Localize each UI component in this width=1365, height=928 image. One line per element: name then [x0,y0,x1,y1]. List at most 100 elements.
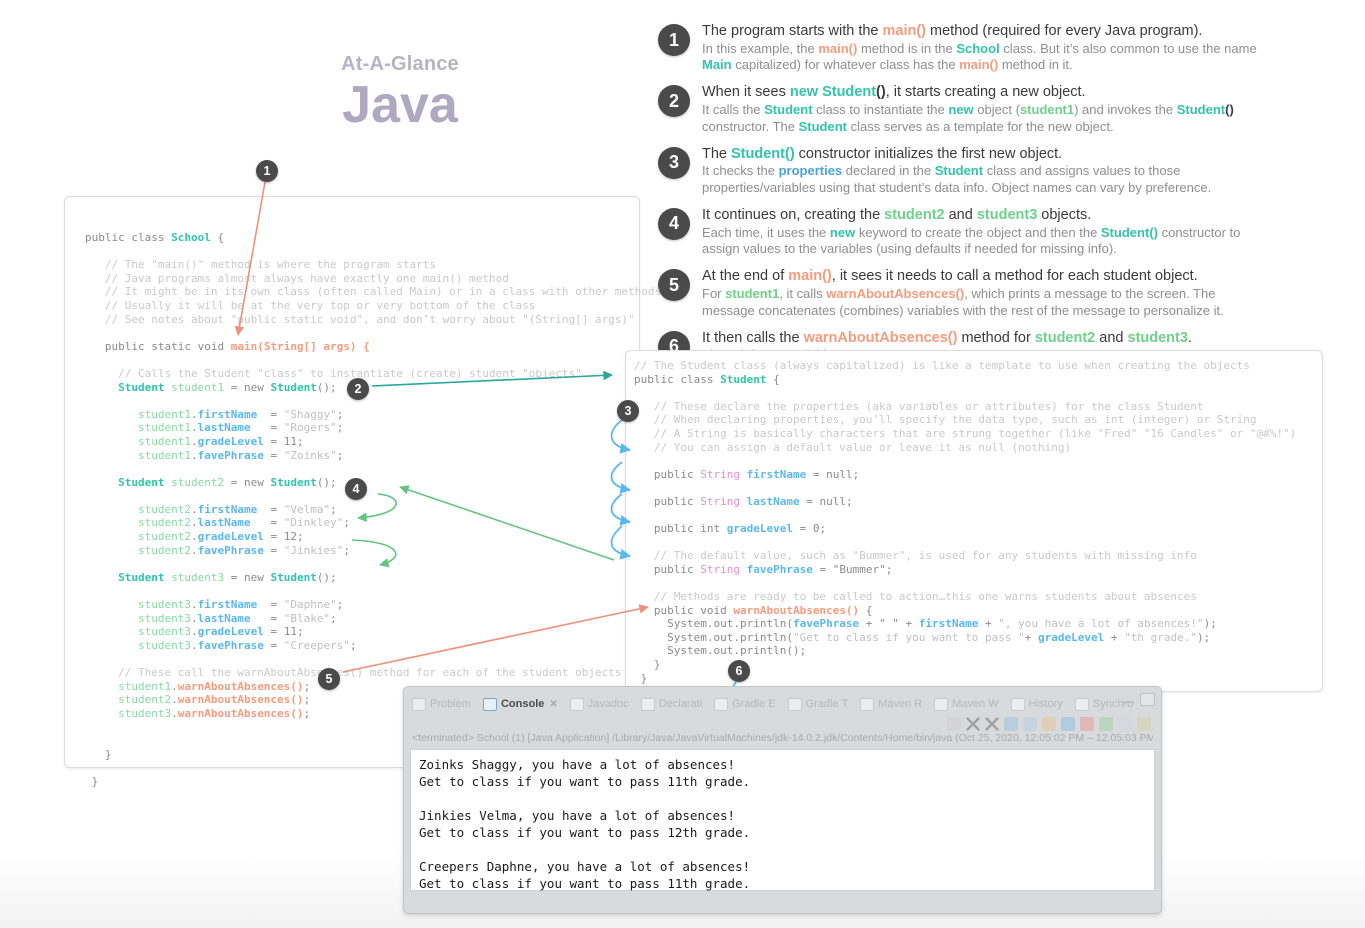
text-fragment: student3 [1127,329,1188,346]
code-token: firstName [918,617,979,631]
code-token: School [171,231,211,244]
console-tab-label: Maven W [952,698,999,710]
tab-icon [569,697,584,711]
school-code-line: student3.favePhrase = "Creepers"; [85,639,661,653]
code-token: "Jinkies" [283,543,344,557]
school-code-line: student1.favePhrase = "Zoinks"; [85,449,661,463]
step-body: When it sees new Student(), it starts cr… [702,83,1268,135]
code-token: . [190,516,198,530]
text-fragment: It continues on, creating the [702,206,885,223]
text-fragment: Student [764,101,813,117]
student-class-code: // The Student class (always capitalized… [634,359,1296,685]
word-wrap-icon[interactable] [1042,717,1056,731]
code-token: } [85,774,99,788]
console-tab-gradle-e[interactable]: Gradle E [714,697,776,711]
code-token: "Shaggy" [283,407,337,421]
school-code-line [85,462,661,476]
console-tab-maven-w[interactable]: Maven W [934,697,999,711]
student-code-line: System.out.println(); [634,644,1296,658]
maximize-icon[interactable] [1140,693,1155,706]
student-code-line [634,509,1296,523]
code-token: = [250,611,284,625]
code-token: = null; [799,494,853,508]
text-fragment: student3 [976,206,1038,223]
text-fragment: student2 [1034,329,1096,346]
code-token: = 0; [792,522,827,536]
minimize-icon[interactable] [1123,696,1134,703]
student-code-line: public void warnAboutAbsences() { [634,604,1296,618]
code-token: "Blake" [283,611,331,625]
step-body: It continues on, creating the student2 a… [702,206,1268,258]
text-fragment: Student [934,163,984,179]
remove-all-icon[interactable] [985,717,999,731]
text-fragment: , it starts creating a new object. [885,84,1086,101]
code-token: warnAboutAbsences() [177,693,304,707]
code-token: student2 [85,530,191,544]
console-toolbar [947,715,1151,733]
code-token: main [230,339,258,353]
console-tab-javadoc[interactable]: Javadoc [569,697,629,711]
school-code-line: Student student1 = new Student(); [85,381,661,395]
code-token: lastName [746,494,800,508]
step-headline: At the end of main(), it sees it needs t… [702,267,1268,286]
code-token: . [171,679,178,693]
code-token: . [190,434,198,448]
clear-console-icon[interactable] [1004,717,1018,731]
student-code-line: public class Student { [634,373,1296,387]
console-tab-label: Maven R [878,698,923,710]
text-fragment: main() [818,40,858,56]
code-token: favePhrase [197,638,264,652]
step-number-badge: 2 [658,85,690,118]
text-fragment: Student [1100,224,1150,240]
code-token: // Methods are ready to be called to act… [634,590,1197,604]
text-fragment: constructor. The [702,118,799,134]
console-tab-console[interactable]: Console ✕ [482,697,558,711]
terminate-icon[interactable] [947,717,961,731]
console-tab-history[interactable]: History [1010,697,1063,711]
code-token: 11 [283,434,297,448]
code-token: firstName [197,502,258,516]
scroll-lock-icon[interactable] [1023,717,1037,731]
text-fragment: keyword to create the object and then th… [855,224,1101,240]
callout-marker-2: 2 [347,378,369,400]
tab-icon [787,697,802,711]
school-code-line: student2.favePhrase = "Jinkies"; [85,544,661,558]
school-code-line: // Calls the Student "class" to instanti… [85,367,661,381]
code-token: favePhrase [197,448,264,462]
display-console-icon[interactable] [1080,717,1094,731]
console-tab-declarati[interactable]: Declarati [640,697,702,711]
title-subtitle: At-A-Glance [341,53,459,75]
code-token: warnAboutAbsences() [733,603,860,617]
school-code-line [85,652,661,666]
step-headline: When it sees new Student(), it starts cr… [702,83,1268,102]
callout-marker-1: 1 [256,160,278,182]
step-number-badge: 4 [658,207,690,240]
new-console-view-icon[interactable] [1118,717,1132,731]
school-code-line: student2.firstName = "Velma"; [85,503,661,517]
step-item-2: 2 When it sees new Student(), it starts c… [658,83,1268,135]
school-code-line [85,353,661,367]
text-fragment: ) and invokes the [1074,101,1177,117]
close-icon[interactable]: ✕ [549,699,557,710]
remove-launch-icon[interactable] [966,717,980,731]
text-fragment: constructor initializes the first new ob… [794,145,1063,162]
code-token: = [257,598,284,612]
open-console-icon[interactable] [1099,717,1113,731]
console-tab-maven-r[interactable]: Maven R [860,697,923,711]
code-token: ; [303,679,311,693]
text-fragment: main() [788,268,832,285]
text-fragment: method is in the [857,40,957,56]
console-tab-gradle-t[interactable]: Gradle T [787,697,848,711]
code-token: Student [270,475,317,489]
pin-console-icon[interactable] [1061,717,1075,731]
console-tab-problem[interactable]: Problem [412,697,471,711]
console-output-area[interactable]: Zoinks Shaggy, you have a lot of absence… [410,749,1155,891]
student-code-line: System.out.println("Get to class if you … [634,631,1296,645]
code-token: = new [224,570,271,584]
step-headline: It then calls the warnAboutAbsences() me… [702,329,1268,348]
view-menu-icon[interactable] [1137,717,1151,731]
code-token: ; [296,625,304,639]
text-fragment: new [829,224,856,240]
code-token: student3 [85,625,191,639]
